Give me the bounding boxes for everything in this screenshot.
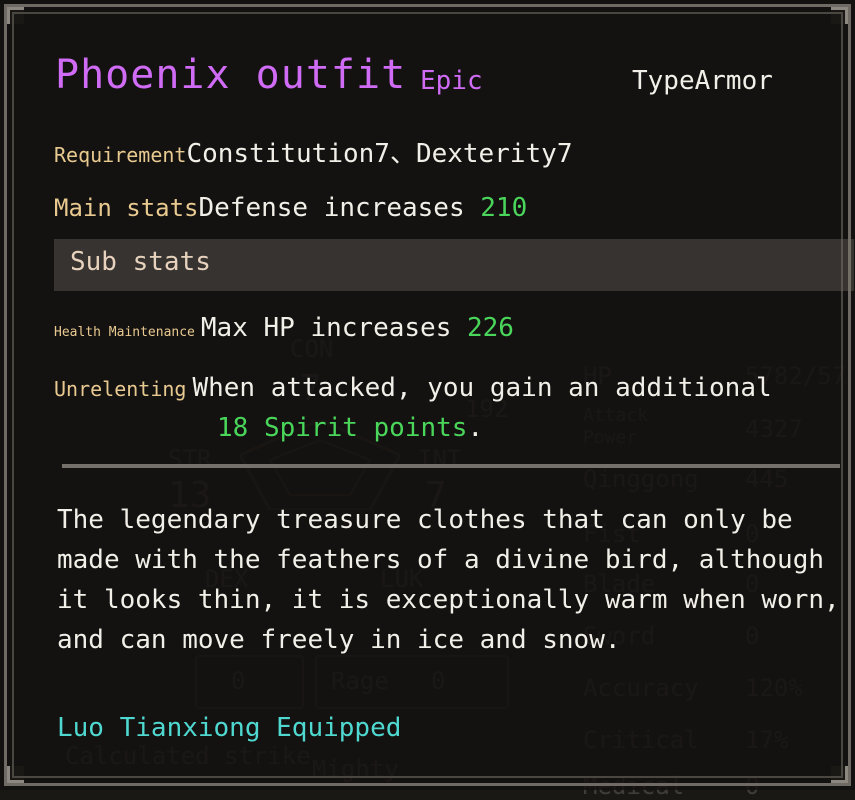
sub-stat-value: 226	[467, 313, 514, 343]
main-stats-value: 210	[480, 193, 528, 223]
passive-label: Unrelenting	[54, 377, 187, 401]
requirement-value: Constitution7、Dexterity7	[186, 139, 573, 169]
sub-stats-header: Sub stats	[54, 239, 854, 291]
item-description: The legendary treasure clothes that can …	[57, 505, 840, 655]
item-type: TypeArmor	[632, 66, 773, 96]
sub-stat-row: Health Maintenance Max HP increases 226	[54, 313, 514, 343]
requirement-label: Requirement	[54, 143, 187, 167]
passive-row-continued: 18 Spirit points.	[217, 413, 483, 443]
main-stats-label: Main stats	[54, 194, 199, 222]
equipped-by: Luo Tianxiong Equipped	[57, 713, 402, 743]
requirement-row: RequirementConstitution7、Dexterity7	[54, 133, 572, 170]
sub-stats-title: Sub stats	[70, 247, 211, 277]
item-type-value: Armor	[694, 66, 773, 96]
item-rarity: Epic	[420, 66, 483, 96]
item-type-label: Type	[632, 66, 695, 96]
item-name: Phoenix outfit	[55, 52, 407, 98]
passive-highlight: 18 Spirit points	[217, 413, 468, 443]
section-divider	[62, 464, 840, 468]
main-stats-row: Main statsDefense increases 210	[54, 193, 527, 223]
item-tooltip: Phoenix outfit Epic TypeArmor Requiremen…	[0, 0, 855, 790]
sub-stat-text: Max HP increases	[200, 313, 467, 343]
passive-row: Unrelenting When attacked, you gain an ad…	[54, 373, 772, 403]
passive-text: When attacked, you gain an additional	[192, 373, 772, 403]
passive-suffix: .	[467, 413, 484, 443]
main-stats-text: Defense increases	[198, 193, 481, 223]
sub-stat-label: Health Maintenance	[54, 325, 195, 340]
